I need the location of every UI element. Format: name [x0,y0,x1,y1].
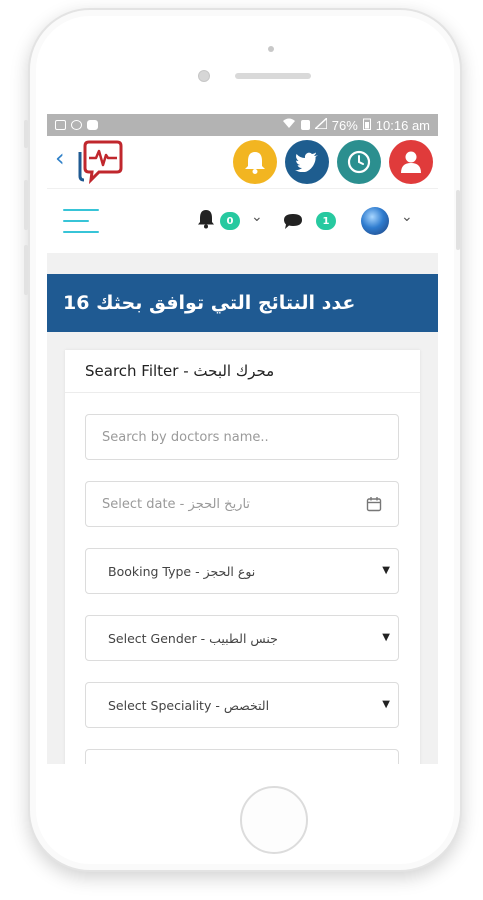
doctor-search-input[interactable]: Search by doctors name.. [85,414,399,460]
appointments-button[interactable] [337,140,381,184]
wifi-icon [282,118,296,132]
navigation-bar: 0 ⌄ 1 ⌄ [47,188,438,253]
notification-bell-icon[interactable] [197,209,215,229]
date-picker-field[interactable]: Select date - تاريخ الحجز [85,481,399,527]
earpiece-speaker [235,73,311,79]
volume-down-button [24,245,28,295]
doctor-search-placeholder: Search by doctors name.. [102,429,269,445]
clock-icon [347,150,371,174]
power-button [456,190,460,250]
volume-up-button [24,180,28,230]
mute-switch [24,120,28,148]
heartbeat-chat-logo-icon[interactable] [77,140,127,186]
profile-button[interactable] [389,140,433,184]
clock-time: 10:16 am [375,117,430,133]
notifications-button[interactable] [233,140,277,184]
chevron-down-icon[interactable]: ⌄ [401,209,413,225]
front-camera [268,46,274,52]
booking-type-select[interactable]: Booking Type - نوع الحجز ▼ [85,548,399,594]
signal-icon [312,116,328,132]
message-count-badge: 1 [316,212,336,230]
gender-value: Select Gender - جنس الطبيب [108,630,278,646]
bell-icon [245,152,265,174]
proximity-sensor [198,70,210,82]
avatar[interactable] [361,207,389,235]
gallery-icon [55,120,66,130]
speciality-value: Select Speciality - التخصص [108,697,270,713]
caret-down-icon: ▼ [382,565,390,576]
user-icon [401,151,421,173]
data-icon [300,120,310,130]
battery-percent: 76% [331,117,358,133]
battery-icon [362,118,371,133]
search-filter-card: Search Filter - محرك البحث Search by doc… [65,350,420,764]
calendar-icon[interactable] [366,496,382,512]
chevron-down-icon[interactable]: ⌄ [251,209,263,225]
twitter-button[interactable] [285,140,329,184]
gender-select[interactable]: Select Gender - جنس الطبيب ▼ [85,615,399,661]
chat-bubble-icon[interactable] [283,213,303,230]
bird-icon [295,152,318,172]
results-count-banner: عدد النتائج التي توافق بحثك 16 [47,274,438,332]
message-status-icon [87,120,98,130]
app-header: ‹ [47,136,438,188]
results-count-text: عدد النتائج التي توافق بحثك 16 [63,292,356,314]
notification-count-badge: 0 [220,212,240,230]
speciality-select[interactable]: Select Speciality - التخصص ▼ [85,682,399,728]
filter-heading: Search Filter - محرك البحث [65,350,420,393]
status-bar: 76% 10:16 am [47,114,438,136]
next-filter-field[interactable] [85,749,399,764]
home-button[interactable] [240,786,308,854]
caret-down-icon: ▼ [382,699,390,710]
chevron-left-icon[interactable]: ‹ [55,146,65,170]
caret-down-icon: ▼ [382,632,390,643]
settings-status-icon [71,120,82,130]
date-placeholder: Select date - تاريخ الحجز [102,496,251,512]
booking-type-value: Booking Type - نوع الحجز [108,563,256,579]
app-screen: 76% 10:16 am ‹ 0 ⌄ 1 ⌄ عدد النتائج التي … [47,114,438,764]
menu-icon[interactable] [63,209,99,235]
